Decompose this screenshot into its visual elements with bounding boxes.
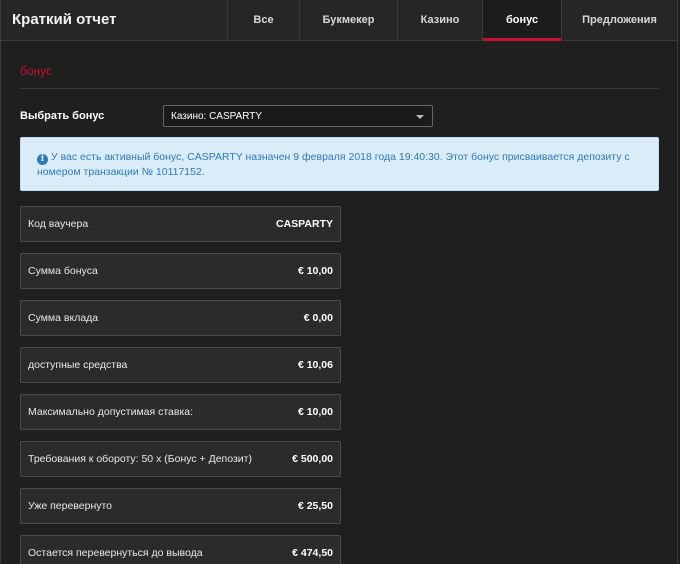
tab-bookmaker[interactable]: Букмекер: [299, 0, 397, 40]
detail-row-remaining-wager: Остается перевернуться до вывода € 474,5…: [20, 535, 341, 564]
tab-bonus[interactable]: бонус: [482, 0, 561, 41]
section-title: бонус: [20, 64, 659, 89]
detail-label: Максимально допустимая ставка:: [28, 406, 194, 418]
detail-row-already-wagered: Уже перевернуто € 25,50: [20, 488, 341, 524]
detail-value: € 474,50: [292, 547, 333, 559]
active-bonus-alert: iУ вас есть активный бонус, CASPARTY наз…: [20, 137, 659, 191]
chevron-down-icon: [416, 115, 424, 119]
detail-value: € 500,00: [292, 453, 333, 465]
detail-row-wagering-requirement: Требования к обороту: 50 x (Бонус + Депо…: [20, 441, 341, 477]
tab-casino[interactable]: Казино: [397, 0, 482, 40]
detail-value: € 10,00: [297, 406, 333, 418]
tab-offers[interactable]: Предложения: [561, 0, 677, 40]
detail-label: Код ваучера: [28, 218, 89, 230]
bonus-select-value: Казино: CASPARTY: [171, 111, 263, 122]
detail-row-available-funds: доступные средства € 10,06: [20, 347, 341, 383]
detail-label: Уже перевернуто: [28, 500, 113, 512]
detail-row-deposit-amount: Сумма вклада € 0,00: [20, 300, 341, 336]
alert-text: У вас есть активный бонус, CASPARTY назн…: [37, 151, 630, 178]
bonus-select-dropdown[interactable]: Казино: CASPARTY: [163, 105, 433, 127]
bonus-details-list: Код ваучера CASPARTY Сумма бонуса € 10,0…: [20, 206, 659, 564]
detail-label: Сумма вклада: [28, 312, 99, 324]
bonus-select-label: Выбрать бонус: [20, 110, 105, 122]
detail-value: € 0,00: [303, 312, 333, 324]
detail-value: € 10,06: [297, 359, 333, 371]
detail-row-voucher-code: Код ваучера CASPARTY: [20, 206, 341, 242]
detail-label: Остается перевернуться до вывода: [28, 547, 203, 559]
bonus-select-row: Выбрать бонус Казино: CASPARTY: [20, 104, 659, 128]
report-tabs: Все Букмекер Казино бонус Предложения: [227, 0, 677, 41]
detail-row-max-bet: Максимально допустимая ставка: € 10,00: [20, 394, 341, 430]
tab-all[interactable]: Все: [227, 0, 299, 40]
detail-label: Сумма бонуса: [28, 265, 98, 277]
info-icon: i: [37, 154, 48, 165]
detail-value: CASPARTY: [276, 218, 333, 230]
bonus-report-panel: Краткий отчет Все Букмекер Казино бонус …: [0, 0, 678, 564]
detail-value: € 25,50: [297, 500, 333, 512]
detail-value: € 10,00: [297, 265, 333, 277]
report-header: Краткий отчет Все Букмекер Казино бонус …: [1, 0, 677, 41]
page-title: Краткий отчет: [12, 11, 117, 28]
detail-label: Требования к обороту: 50 x (Бонус + Депо…: [28, 453, 252, 465]
bonus-content: бонус Выбрать бонус Казино: CASPARTY iУ …: [1, 64, 677, 564]
detail-label: доступные средства: [28, 359, 128, 371]
detail-row-bonus-amount: Сумма бонуса € 10,00: [20, 253, 341, 289]
